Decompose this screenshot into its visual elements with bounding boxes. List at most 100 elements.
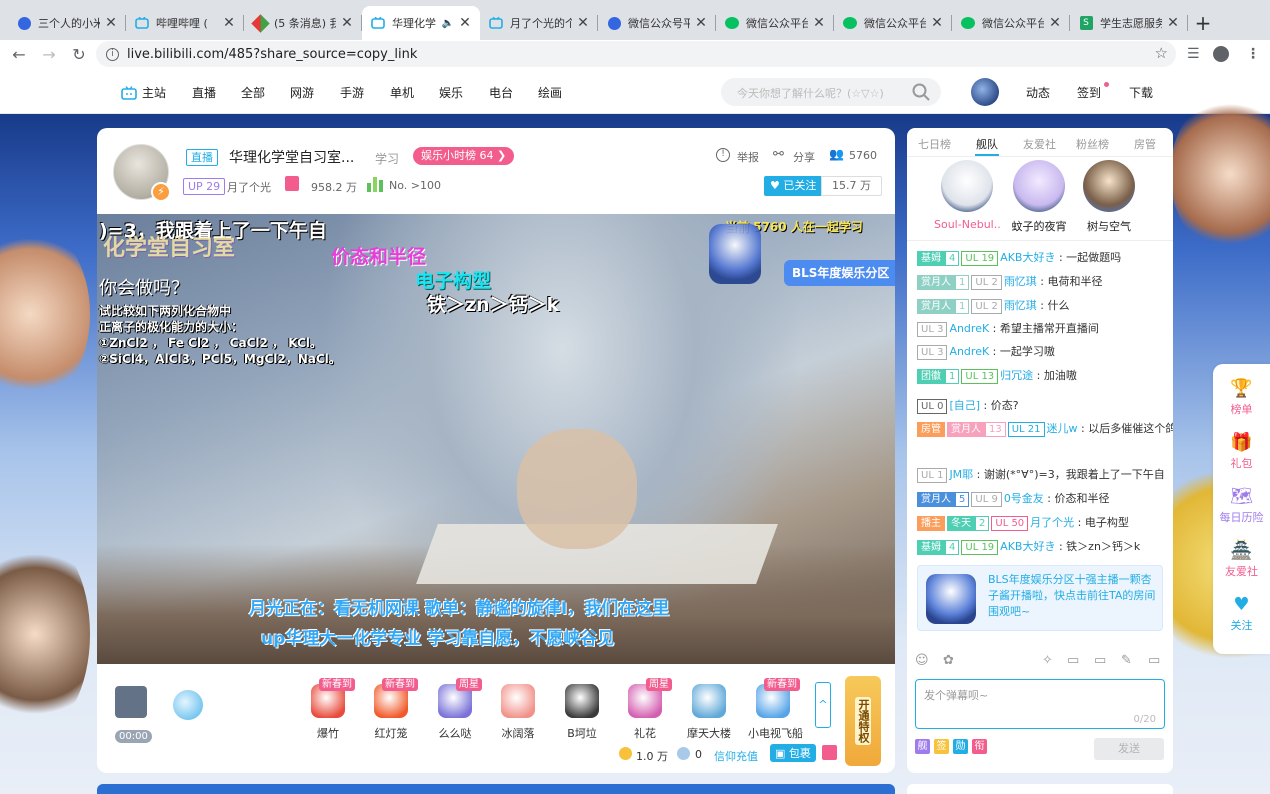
- nav-painting[interactable]: 绘画: [538, 84, 562, 101]
- more-menu-icon[interactable]: ⋮: [1246, 46, 1260, 62]
- browser-tab[interactable]: 微信公众平台 ✕: [952, 6, 1070, 40]
- gift-item[interactable]: 摩天大楼: [684, 684, 734, 741]
- search-icon[interactable]: [911, 82, 931, 102]
- danmaku-input[interactable]: 发个弹幕呗~ 0/20: [915, 679, 1165, 729]
- chat-message[interactable]: UL 3 AndreK : 一起学习嗷: [917, 344, 1055, 360]
- guard-3[interactable]: 树与空气: [1076, 160, 1142, 234]
- tab-room-admin[interactable]: 房管: [1134, 136, 1156, 152]
- chat-username[interactable]: 0号金友: [1004, 492, 1044, 505]
- report-icon[interactable]: !: [716, 148, 730, 162]
- chat-message[interactable]: 播主 冬天 2 UL 50 月了个光 : 电子构型: [917, 515, 1129, 531]
- chat-username[interactable]: [自己]: [949, 399, 980, 412]
- browser-tab[interactable]: 月了个光的个 ✕: [480, 6, 598, 40]
- browser-tab[interactable]: 微信公众号平 ✕: [598, 6, 716, 40]
- treasure-chest-icon[interactable]: [115, 686, 147, 718]
- guard-1[interactable]: Soul-Nebul...: [934, 160, 1000, 231]
- copy-icon[interactable]: ▭: [1067, 653, 1079, 668]
- chat-username[interactable]: 归冗途: [1000, 369, 1033, 382]
- gift-item[interactable]: 冰阔落: [493, 684, 543, 741]
- chat-username[interactable]: 迷儿w: [1047, 422, 1078, 435]
- user-avatar[interactable]: [971, 78, 999, 106]
- close-icon[interactable]: ✕: [576, 15, 590, 31]
- chat-username[interactable]: 雨忆琪: [1004, 299, 1037, 312]
- tab-fans-rank[interactable]: 粉丝榜: [1076, 136, 1109, 152]
- send-button[interactable]: 发送: [1094, 738, 1164, 760]
- tab-seven-day-rank[interactable]: 七日榜: [918, 136, 951, 152]
- bag-button[interactable]: ▣ 包裹: [770, 744, 816, 762]
- browser-tab[interactable]: (5 条消息) 我 ✕: [244, 6, 362, 40]
- nav-all[interactable]: 全部: [241, 84, 265, 101]
- tab-fleet[interactable]: 舰队: [976, 136, 998, 152]
- chat-username[interactable]: AndreK: [949, 322, 989, 335]
- search-input[interactable]: 今天你想了解什么呢？(☆▽☆): [721, 78, 941, 106]
- gift-item[interactable]: 新春到 小电视飞船: [748, 678, 803, 741]
- chat-message[interactable]: 基姆 4 UL 19 AKB大好き : 铁＞zn＞钙＞k: [917, 539, 1140, 555]
- share-icon[interactable]: ⚯: [773, 147, 784, 162]
- nav-single-player[interactable]: 单机: [390, 84, 414, 101]
- chat-username[interactable]: 月了个光: [1030, 516, 1074, 529]
- gift-box-icon[interactable]: [822, 745, 837, 760]
- gift-item[interactable]: B坷垃: [557, 684, 607, 741]
- new-tab-plus-icon[interactable]: +: [1188, 6, 1218, 40]
- chat-message[interactable]: UL 0 [自己] : 价态?: [917, 398, 1019, 414]
- nav-entertainment[interactable]: 娱乐: [439, 84, 463, 101]
- rank-badge[interactable]: 娱乐小时榜 64 ❯: [413, 147, 515, 165]
- nav-download[interactable]: 下载: [1129, 84, 1153, 101]
- nav-online-games[interactable]: 网游: [290, 84, 314, 101]
- quick-action[interactable]: 🎁 礼包: [1213, 432, 1270, 471]
- close-icon[interactable]: ✕: [930, 15, 944, 31]
- quick-action[interactable]: 🗺 每日历险: [1213, 486, 1270, 525]
- chat-username[interactable]: AKB大好き: [1000, 251, 1055, 264]
- chat-message[interactable]: 基姆 4 UL 19 AKB大好き : 一起做题吗: [917, 250, 1121, 266]
- address-bar[interactable]: i live.bilibili.com/485?share_source=cop…: [96, 41, 1176, 67]
- share-label[interactable]: 分享: [793, 149, 815, 165]
- palette-icon[interactable]: ✿: [943, 653, 954, 668]
- close-icon[interactable]: ✕: [694, 15, 708, 31]
- mode-sign[interactable]: 签: [934, 739, 949, 754]
- chat-username[interactable]: 雨忆琪: [1004, 275, 1037, 288]
- browser-tab[interactable]: 三个人的小米 ✕: [8, 6, 126, 40]
- sparkle-icon[interactable]: ✧: [1042, 653, 1053, 668]
- settings-icon[interactable]: ▭: [1148, 653, 1160, 668]
- nav-checkin[interactable]: 签到: [1077, 84, 1101, 101]
- info-icon[interactable]: i: [106, 47, 119, 61]
- quick-action[interactable]: 🏯 友爱社: [1213, 540, 1270, 579]
- close-icon[interactable]: ✕: [1048, 15, 1062, 31]
- chat-message[interactable]: 赏月人 5 UL 9 0号金友 : 价态和半径: [917, 491, 1110, 507]
- room-category[interactable]: 学习: [375, 150, 399, 167]
- forward-arrow-icon[interactable]: →: [34, 45, 64, 64]
- mode-title[interactable]: 衔: [972, 739, 987, 754]
- gift-item[interactable]: 新春到 爆竹: [303, 678, 355, 741]
- browser-tab[interactable]: 哔哩哔哩 (✕: [126, 6, 244, 40]
- quick-action[interactable]: ♥ 关注: [1213, 594, 1270, 633]
- speaker-icon[interactable]: 🔈: [442, 18, 454, 29]
- reload-icon[interactable]: ↻: [64, 45, 94, 64]
- chat-username[interactable]: JM耶: [949, 468, 973, 481]
- browser-tab[interactable]: 微信公众平台 ✕: [834, 6, 952, 40]
- nav-live[interactable]: 直播: [192, 84, 216, 101]
- close-icon[interactable]: ✕: [340, 15, 354, 31]
- reading-list-icon[interactable]: ☰: [1187, 46, 1200, 62]
- expand-gifts-button[interactable]: ^: [815, 682, 831, 728]
- guard-2[interactable]: 蚊子的夜宵: [1006, 160, 1072, 234]
- mode-fleet[interactable]: 舰: [915, 739, 930, 754]
- nav-mobile-games[interactable]: 手游: [340, 84, 364, 101]
- tab-fan-club[interactable]: 友爱社: [1023, 136, 1056, 152]
- chat-message[interactable]: 团徽 1 UL 13 归冗途 : 加油嗷: [917, 368, 1077, 384]
- chat-message[interactable]: UL 1 JM耶 : 谢谢(*°∀°)=3，我跟着上了一下午自: [917, 467, 1165, 483]
- nav-dynamic[interactable]: 动态: [1026, 84, 1050, 101]
- nav-radio[interactable]: 电台: [489, 84, 513, 101]
- bottle-icon[interactable]: [173, 690, 203, 720]
- vip-button[interactable]: 开通特权: [845, 676, 881, 766]
- edit-icon[interactable]: ✎: [1121, 653, 1132, 668]
- quick-action[interactable]: 🏆 榜单: [1213, 378, 1270, 417]
- window-icon[interactable]: ▭: [1094, 653, 1106, 668]
- bookmark-star-icon[interactable]: ☆: [1155, 44, 1168, 62]
- bls-banner[interactable]: BLS年度娱乐分区: [784, 260, 895, 286]
- close-icon[interactable]: ✕: [222, 15, 236, 31]
- back-arrow-icon[interactable]: ←: [4, 45, 34, 64]
- report-label[interactable]: 举报: [737, 149, 759, 165]
- follow-button[interactable]: ♥ 已关注: [764, 176, 823, 196]
- close-icon[interactable]: ✕: [812, 15, 826, 31]
- browser-tab[interactable]: 华理化学 🔈 ✕: [362, 6, 480, 40]
